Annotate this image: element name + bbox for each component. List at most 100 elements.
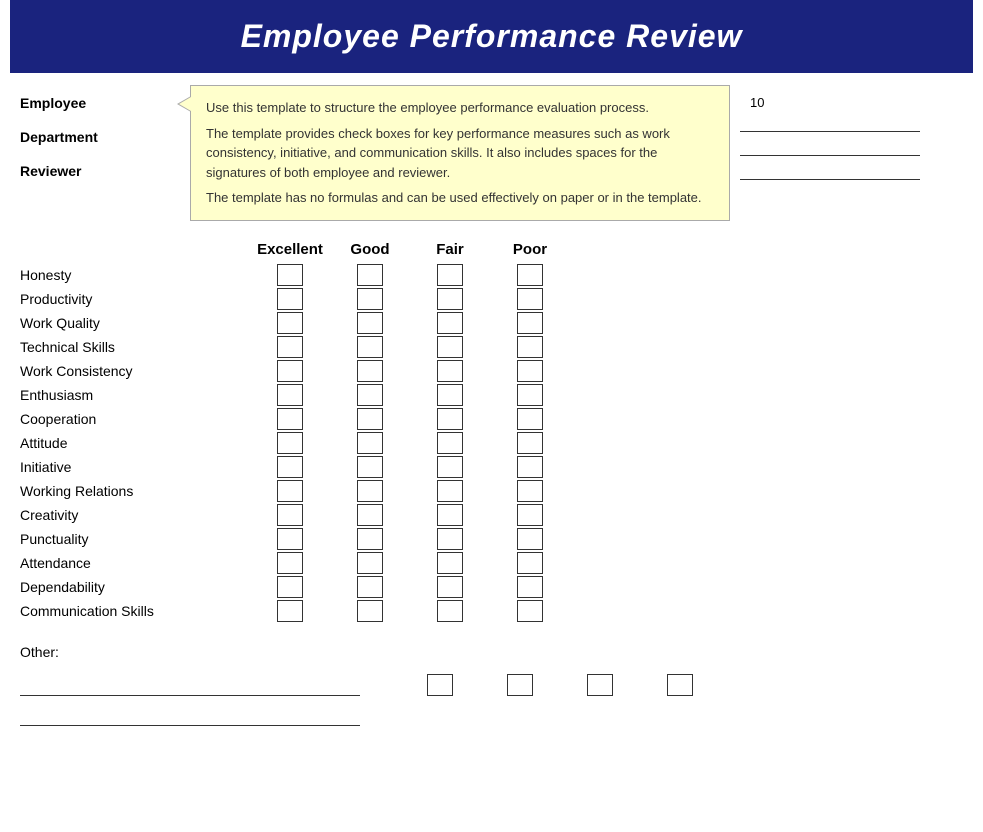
checkbox-cell-good xyxy=(330,408,410,430)
checkbox-good-row-1[interactable] xyxy=(357,288,383,310)
checkbox-good-row-3[interactable] xyxy=(357,336,383,358)
checkbox-fair-row-11[interactable] xyxy=(437,528,463,550)
checkbox-poor-row-8[interactable] xyxy=(517,456,543,478)
checkbox-cell-poor xyxy=(490,312,570,334)
checkbox-excellent-row-13[interactable] xyxy=(277,576,303,598)
performance-item-label: Work Quality xyxy=(20,315,250,331)
checkbox-poor-row-4[interactable] xyxy=(517,360,543,382)
table-row: Attendance xyxy=(20,552,963,574)
checkbox-cell-good xyxy=(330,576,410,598)
checkbox-cell-excellent xyxy=(250,288,330,310)
checkbox-good-row-4[interactable] xyxy=(357,360,383,382)
department-input[interactable] xyxy=(740,140,920,156)
performance-item-label: Communication Skills xyxy=(20,603,250,619)
checkbox-good-row-6[interactable] xyxy=(357,408,383,430)
department-field: Department xyxy=(20,123,180,151)
checkbox-good-row-8[interactable] xyxy=(357,456,383,478)
checkbox-poor-row-3[interactable] xyxy=(517,336,543,358)
checkbox-fair-row-7[interactable] xyxy=(437,432,463,454)
checkbox-fair-row-9[interactable] xyxy=(437,480,463,502)
other-label: Other: xyxy=(20,644,963,660)
checkbox-excellent-row-9[interactable] xyxy=(277,480,303,502)
checkbox-fair-row-12[interactable] xyxy=(437,552,463,574)
checkbox-good-row-5[interactable] xyxy=(357,384,383,406)
checkbox-excellent-row-12[interactable] xyxy=(277,552,303,574)
rating-checkboxes xyxy=(250,528,570,550)
performance-item-label: Punctuality xyxy=(20,531,250,547)
other-checkbox-fair[interactable] xyxy=(587,674,613,696)
checkbox-good-row-7[interactable] xyxy=(357,432,383,454)
checkbox-cell-excellent xyxy=(250,456,330,478)
checkbox-cell-fair xyxy=(410,528,490,550)
checkbox-poor-row-13[interactable] xyxy=(517,576,543,598)
checkbox-good-row-14[interactable] xyxy=(357,600,383,622)
checkbox-poor-row-5[interactable] xyxy=(517,384,543,406)
checkbox-good-row-2[interactable] xyxy=(357,312,383,334)
performance-item-label: Attendance xyxy=(20,555,250,571)
checkbox-excellent-row-0[interactable] xyxy=(277,264,303,286)
checkbox-cell-good xyxy=(330,504,410,526)
checkbox-poor-row-11[interactable] xyxy=(517,528,543,550)
checkbox-fair-row-8[interactable] xyxy=(437,456,463,478)
checkbox-fair-row-3[interactable] xyxy=(437,336,463,358)
checkbox-good-row-0[interactable] xyxy=(357,264,383,286)
checkbox-good-row-13[interactable] xyxy=(357,576,383,598)
checkbox-poor-row-1[interactable] xyxy=(517,288,543,310)
checkbox-excellent-row-2[interactable] xyxy=(277,312,303,334)
table-row: Technical Skills xyxy=(20,336,963,358)
checkbox-cell-good xyxy=(330,312,410,334)
other-line-row-2 xyxy=(20,704,963,726)
rating-checkboxes xyxy=(250,480,570,502)
checkbox-fair-row-5[interactable] xyxy=(437,384,463,406)
checkbox-fair-row-0[interactable] xyxy=(437,264,463,286)
checkbox-poor-row-9[interactable] xyxy=(517,480,543,502)
checkbox-good-row-12[interactable] xyxy=(357,552,383,574)
checkbox-cell-poor xyxy=(490,600,570,622)
checkbox-excellent-row-4[interactable] xyxy=(277,360,303,382)
rating-checkboxes xyxy=(250,432,570,454)
checkbox-fair-row-14[interactable] xyxy=(437,600,463,622)
other-checkbox-good[interactable] xyxy=(507,674,533,696)
checkbox-good-row-9[interactable] xyxy=(357,480,383,502)
checkbox-excellent-row-14[interactable] xyxy=(277,600,303,622)
rating-checkboxes xyxy=(250,600,570,622)
checkbox-fair-row-10[interactable] xyxy=(437,504,463,526)
checkbox-fair-row-4[interactable] xyxy=(437,360,463,382)
reviewer-input[interactable] xyxy=(740,164,920,180)
checkbox-excellent-row-6[interactable] xyxy=(277,408,303,430)
checkbox-cell-good xyxy=(330,384,410,406)
other-text-line-2 xyxy=(20,704,360,726)
checkbox-excellent-row-5[interactable] xyxy=(277,384,303,406)
employee-info-block: Employee Department Reviewer xyxy=(20,85,180,191)
checkbox-poor-row-6[interactable] xyxy=(517,408,543,430)
checkbox-excellent-row-11[interactable] xyxy=(277,528,303,550)
checkbox-cell-excellent xyxy=(250,264,330,286)
checkbox-poor-row-12[interactable] xyxy=(517,552,543,574)
checkbox-cell-fair xyxy=(410,504,490,526)
performance-rows: HonestyProductivityWork QualityTechnical… xyxy=(20,264,963,622)
table-row: Working Relations xyxy=(20,480,963,502)
checkbox-cell-good xyxy=(330,600,410,622)
checkbox-excellent-row-10[interactable] xyxy=(277,504,303,526)
checkbox-cell-poor xyxy=(490,528,570,550)
checkbox-fair-row-13[interactable] xyxy=(437,576,463,598)
checkbox-poor-row-10[interactable] xyxy=(517,504,543,526)
checkbox-good-row-10[interactable] xyxy=(357,504,383,526)
checkbox-excellent-row-8[interactable] xyxy=(277,456,303,478)
checkbox-fair-row-6[interactable] xyxy=(437,408,463,430)
checkbox-excellent-row-3[interactable] xyxy=(277,336,303,358)
checkbox-poor-row-0[interactable] xyxy=(517,264,543,286)
other-checkbox-poor[interactable] xyxy=(667,674,693,696)
checkbox-fair-row-2[interactable] xyxy=(437,312,463,334)
checkbox-cell-poor xyxy=(490,288,570,310)
checkbox-excellent-row-1[interactable] xyxy=(277,288,303,310)
employee-input[interactable] xyxy=(740,116,920,132)
checkbox-excellent-row-7[interactable] xyxy=(277,432,303,454)
checkbox-cell-fair xyxy=(410,552,490,574)
checkbox-poor-row-7[interactable] xyxy=(517,432,543,454)
checkbox-good-row-11[interactable] xyxy=(357,528,383,550)
other-checkbox-excellent[interactable] xyxy=(427,674,453,696)
checkbox-poor-row-14[interactable] xyxy=(517,600,543,622)
checkbox-poor-row-2[interactable] xyxy=(517,312,543,334)
checkbox-fair-row-1[interactable] xyxy=(437,288,463,310)
